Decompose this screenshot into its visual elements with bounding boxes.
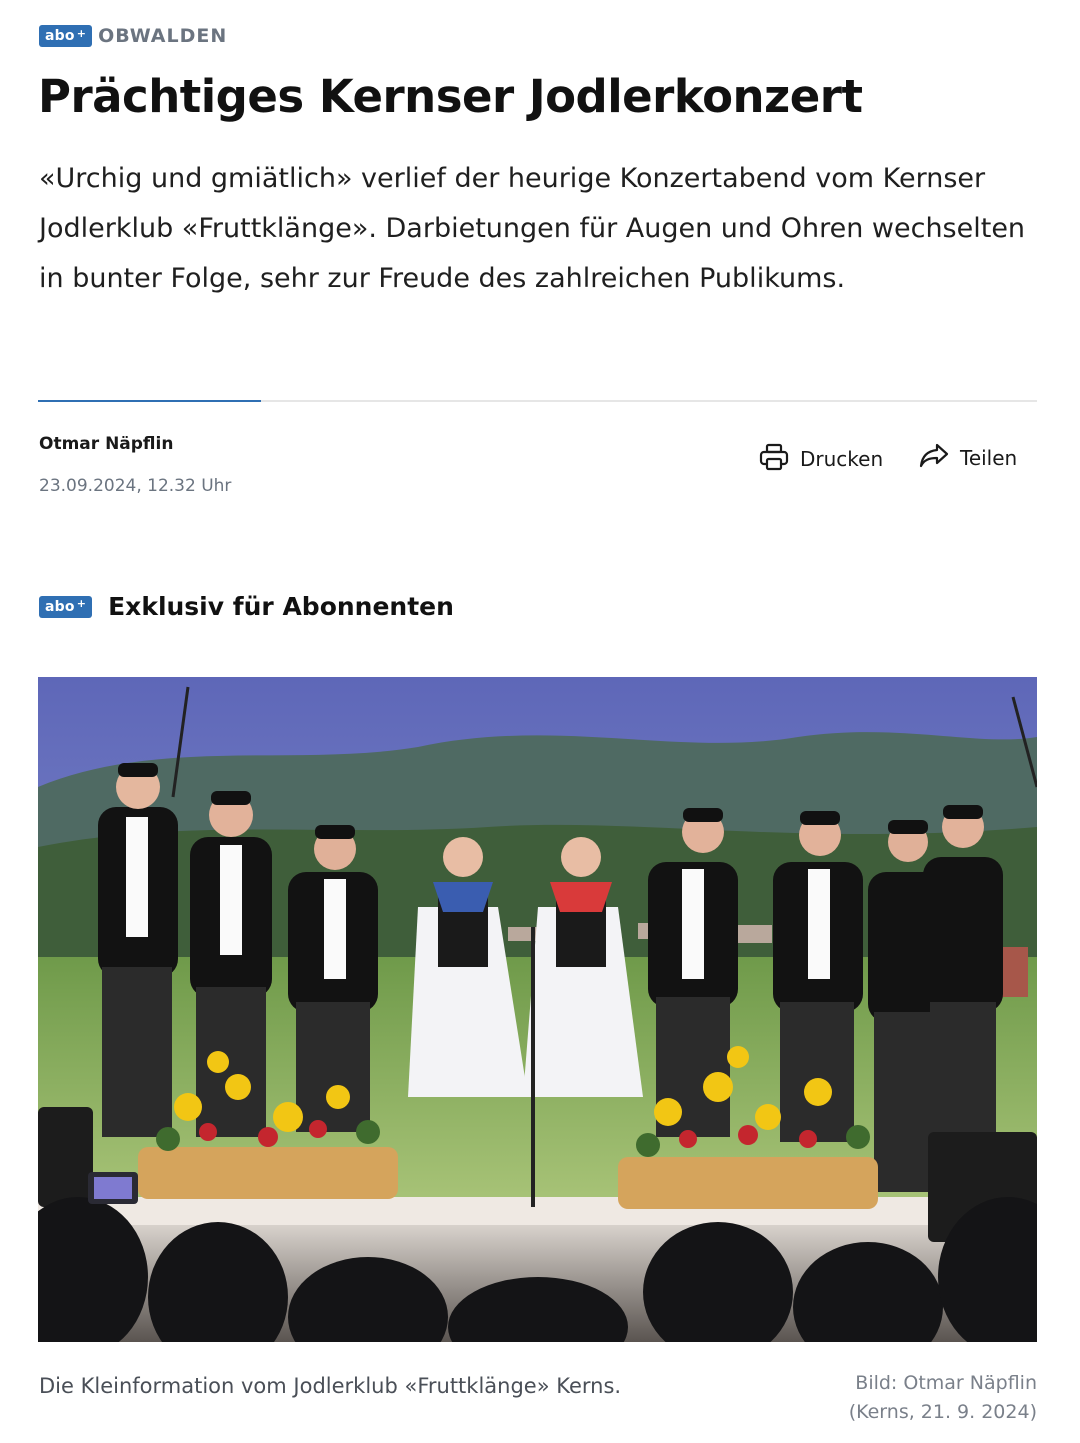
print-label: Drucken: [800, 447, 884, 471]
divider-accent: [38, 400, 261, 402]
printer-icon: [758, 442, 790, 476]
abo-badge-text: abo: [45, 28, 75, 44]
article-photo[interactable]: [38, 677, 1037, 1342]
share-button[interactable]: Teilen: [918, 442, 1017, 474]
exclusive-row: abo + Exklusiv für Abonnenten: [39, 592, 454, 621]
share-arrow-icon: [918, 442, 950, 474]
photo-credit-line1: Bild: Otmar Näpflin: [855, 1372, 1037, 1394]
concert-photo-illustration: [38, 677, 1037, 1342]
exclusive-abo-badge: abo +: [39, 595, 93, 618]
author-name[interactable]: Otmar Näpflin: [39, 434, 173, 454]
exclusive-badge-text: abo: [45, 598, 75, 615]
share-label: Teilen: [960, 446, 1018, 470]
kicker-row: abo + OBWALDEN: [39, 25, 227, 47]
photo-caption: Die Kleinformation vom Jodlerklub «Frutt…: [39, 1374, 622, 1398]
print-button[interactable]: Drucken: [758, 442, 883, 476]
exclusive-badge-plus: +: [76, 597, 87, 610]
abo-badge: abo +: [39, 25, 93, 47]
exclusive-title: Exklusiv für Abonnenten: [108, 592, 454, 621]
publish-date: 23.09.2024, 12.32 Uhr: [39, 476, 232, 496]
section-kicker[interactable]: OBWALDEN: [98, 25, 227, 47]
photo-credit: Bild: Otmar Näpflin (Kerns, 21. 9. 2024): [777, 1369, 1037, 1427]
article-lead: «Urchig und gmiätlich» verlief der heuri…: [39, 163, 1026, 294]
article-title: Prächtiges Kernser Jodlerkonzert: [38, 70, 863, 123]
abo-badge-plus: +: [76, 26, 87, 40]
photo-credit-line2: (Kerns, 21. 9. 2024): [848, 1401, 1037, 1423]
